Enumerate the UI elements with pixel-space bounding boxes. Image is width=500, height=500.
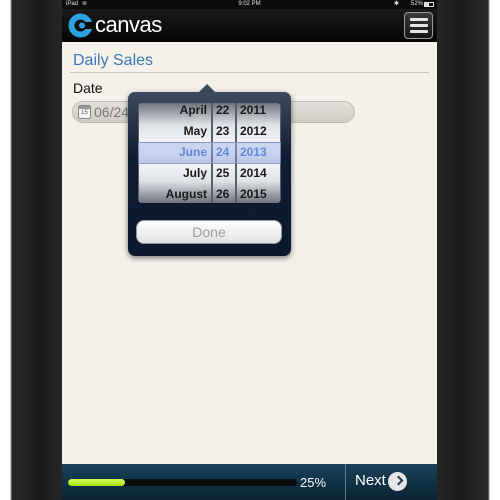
battery-percent: 52% [410, 1, 423, 7]
picker-month-option[interactable]: May [139, 121, 211, 142]
menu-icon-bar [409, 30, 428, 33]
device-screen: iPad ≋ 9:02 PM ✱ 52% canvas Daily Sales … [62, 0, 437, 500]
date-picker-popover: AprilMayJuneJulyAugust 2223242526 201120… [128, 92, 291, 256]
footer-bar: 25% Next [62, 464, 437, 500]
bluetooth-icon: ✱ [393, 1, 399, 7]
picker-arrow [199, 84, 215, 92]
calendar-icon-header [79, 106, 90, 109]
next-label: Next [355, 472, 386, 489]
battery-icon [424, 2, 434, 7]
title-divider [70, 72, 429, 73]
next-button[interactable]: Next [352, 464, 432, 500]
picker-year-option[interactable]: 2015 [237, 184, 280, 203]
picker-year-option[interactable]: 2012 [237, 121, 280, 142]
picker-day-option[interactable]: 26 [213, 184, 235, 203]
menu-icon-bar [409, 24, 428, 27]
picker-day-option[interactable]: 25 [213, 163, 235, 184]
device-bezel-left [0, 0, 62, 500]
app-header: canvas [62, 9, 437, 42]
picker-month-option[interactable]: August [139, 184, 211, 203]
canvas-logo-icon [68, 13, 93, 38]
picker-selection-bar [138, 142, 281, 164]
calendar-icon-day: 15 [81, 110, 88, 116]
progress-percent: 25% [300, 475, 327, 490]
menu-button[interactable] [404, 12, 433, 39]
menu-icon-bar [409, 18, 428, 21]
picker-month-option[interactable]: July [139, 163, 211, 184]
status-bar: iPad ≋ 9:02 PM ✱ 52% [62, 0, 437, 9]
picker-day-option[interactable]: 22 [213, 103, 235, 121]
chevron-right-circle-icon [388, 472, 407, 491]
footer-divider [345, 464, 346, 500]
brand-name: canvas [95, 12, 162, 37]
status-time: 9:02 PM [238, 1, 261, 7]
device-bezel-right [437, 0, 500, 500]
picker-day-option[interactable]: 23 [213, 121, 235, 142]
progress-fill [68, 479, 126, 486]
done-button[interactable]: Done [136, 220, 282, 244]
picker-year-option[interactable]: 2014 [237, 163, 280, 184]
picker-month-option[interactable]: April [139, 103, 211, 121]
date-label: Date [73, 80, 103, 96]
calendar-icon: 15 [78, 105, 91, 119]
form-title: Daily Sales [73, 52, 154, 69]
picker-year-option[interactable]: 2011 [237, 103, 280, 121]
progress-bar [68, 479, 297, 486]
